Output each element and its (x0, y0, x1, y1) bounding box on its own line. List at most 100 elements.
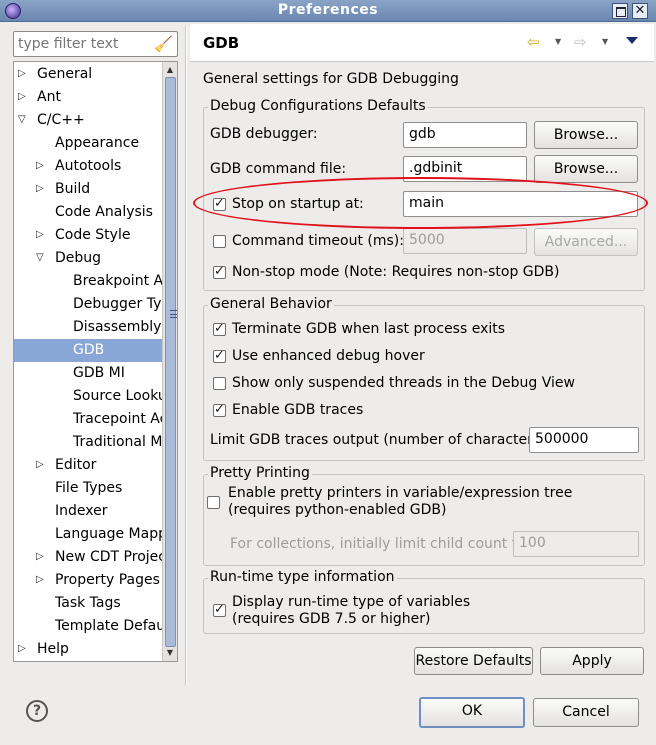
ok-button[interactable]: OK (419, 697, 525, 728)
collapse-arrow-icon[interactable]: ▽ (18, 114, 28, 126)
page-description: General settings for GDB Debugging (203, 71, 459, 87)
preference-tree-panel: ▷ General ▷ Ant ▽ C/C++ Appearance ▷ Autotools ▷ B… (13, 61, 178, 662)
browse-gdb-debugger-button[interactable]: Browse... (534, 121, 638, 149)
tree-item-property-pages-s[interactable]: ▷ Property Pages S (14, 569, 162, 592)
tree-item-general[interactable]: ▷ General (14, 63, 162, 86)
tree-item-template-defaul[interactable]: Template Defaul (14, 615, 162, 638)
child-count-input[interactable]: 100 (513, 531, 639, 557)
tree-item-help[interactable]: ▷ Help (14, 638, 162, 661)
expand-arrow-icon[interactable]: ▷ (36, 459, 46, 471)
non-stop-checkbox[interactable] (213, 264, 226, 280)
enhanced-hover-label: Use enhanced debug hover (232, 348, 425, 364)
tree-item-label: Disassembly (73, 319, 162, 335)
stop-on-startup-label: Stop on startup at: (232, 196, 364, 212)
runtime-type-label-line2: (requires GDB 7.5 or higher) (232, 611, 431, 627)
command-timeout-input[interactable]: 5000 (403, 228, 527, 254)
terminate-gdb-checkbox[interactable] (213, 321, 226, 337)
back-arrow-icon[interactable]: ⇦ (527, 33, 540, 51)
tree-item-c-c[interactable]: ▽ C/C++ (14, 109, 162, 132)
expand-arrow-icon[interactable]: ▷ (18, 643, 28, 655)
runtime-type-group-label: Run-time type information (208, 569, 397, 585)
tree-item-language-mappi[interactable]: Language Mappi (14, 523, 162, 546)
tree-item-build[interactable]: ▷ Build (14, 178, 162, 201)
forward-arrow-icon[interactable]: ⇨ (574, 33, 587, 51)
scroll-up-arrow-icon[interactable]: ▲ (164, 64, 176, 76)
tree-item-ant[interactable]: ▷ Ant (14, 86, 162, 109)
gdb-command-file-input[interactable]: .gdbinit (403, 156, 527, 182)
gdb-command-file-label: GDB command file: (210, 161, 347, 177)
pretty-printers-label-line1: Enable pretty printers in variable/expre… (228, 485, 573, 501)
tree-item-gdb-mi[interactable]: GDB MI (14, 362, 162, 385)
gdb-debugger-label: GDB debugger: (210, 126, 318, 142)
expand-arrow-icon[interactable]: ▷ (36, 160, 46, 172)
tree-item-breakpoint-ac[interactable]: Breakpoint Ac (14, 270, 162, 293)
view-menu-icon[interactable] (626, 37, 638, 44)
tree-vertical-scrollbar[interactable]: ▲ ▼ (162, 62, 177, 661)
command-timeout-label: Command timeout (ms): (232, 233, 404, 249)
tree-item-source-looku[interactable]: Source Looku (14, 385, 162, 408)
tree-item-traditional-me[interactable]: Traditional Me (14, 431, 162, 454)
traces-limit-input[interactable]: 500000 (529, 427, 639, 453)
filter-input[interactable] (18, 35, 150, 53)
pretty-printers-label-line2: (requires python-enabled GDB) (228, 502, 447, 518)
restore-defaults-button[interactable]: Restore Defaults (414, 647, 533, 675)
browse-gdb-command-file-button[interactable]: Browse... (534, 155, 638, 183)
gdb-traces-checkbox[interactable] (213, 402, 226, 418)
command-timeout-checkbox[interactable] (213, 235, 226, 248)
runtime-type-label-line1: Display run-time type of variables (232, 594, 471, 610)
tree-item-label: GDB (73, 342, 105, 358)
page-title: GDB (203, 34, 240, 52)
collapse-arrow-icon[interactable]: ▽ (36, 252, 46, 264)
tree-item-appearance[interactable]: Appearance (14, 132, 162, 155)
apply-button[interactable]: Apply (540, 647, 644, 675)
expand-arrow-icon[interactable]: ▷ (36, 574, 46, 586)
tree-item-label: Indexer (55, 503, 108, 519)
tree-item-label: Appearance (55, 135, 140, 151)
expand-arrow-icon[interactable]: ▷ (18, 68, 28, 80)
tree-item-gdb[interactable]: GDB (14, 339, 162, 362)
tree-item-code-style[interactable]: ▷ Code Style (14, 224, 162, 247)
clear-filter-icon[interactable]: 🧹 (154, 35, 173, 53)
expand-arrow-icon[interactable]: ▷ (36, 551, 46, 563)
tree-item-label: Help (37, 641, 69, 657)
suspended-threads-checkbox[interactable] (213, 377, 226, 390)
tree-item-label: Language Mappi (55, 526, 162, 542)
pane-splitter[interactable] (185, 25, 187, 685)
scrollbar-thumb[interactable] (165, 77, 177, 647)
back-dropdown-icon[interactable]: ▼ (555, 37, 561, 46)
page-header: GDB ⇦ ▼ ⇨ ▼ (190, 24, 654, 62)
title-bar[interactable]: Preferences ✕ (0, 0, 656, 22)
tree-item-label: Traditional Me (73, 434, 162, 450)
expand-arrow-icon[interactable]: ▷ (36, 183, 46, 195)
tree-item-autotools[interactable]: ▷ Autotools (14, 155, 162, 178)
tree-item-task-tags[interactable]: Task Tags (14, 592, 162, 615)
tree-item-disassembly[interactable]: Disassembly (14, 316, 162, 339)
advanced-button[interactable]: Advanced... (534, 228, 638, 256)
expand-arrow-icon[interactable]: ▷ (18, 91, 28, 103)
pretty-printers-checkbox[interactable] (207, 496, 220, 509)
tree-item-debug[interactable]: ▽ Debug (14, 247, 162, 270)
tree-item-tracepoint-ac[interactable]: Tracepoint Ac (14, 408, 162, 431)
expand-arrow-icon[interactable]: ▷ (36, 229, 46, 241)
tree-item-new-cdt-project[interactable]: ▷ New CDT Project (14, 546, 162, 569)
tree-item-label: Breakpoint Ac (73, 273, 162, 289)
close-window-button[interactable]: ✕ (632, 3, 648, 19)
stop-on-startup-checkbox[interactable] (213, 196, 226, 212)
gdb-debugger-input[interactable]: gdb (403, 122, 527, 148)
cancel-button[interactable]: Cancel (533, 698, 639, 727)
forward-dropdown-icon[interactable]: ▼ (602, 37, 608, 46)
maximize-button[interactable] (612, 3, 628, 19)
help-icon[interactable]: ? (26, 700, 48, 722)
tree-item-indexer[interactable]: Indexer (14, 500, 162, 523)
scroll-down-arrow-icon[interactable]: ▼ (164, 647, 176, 659)
runtime-type-checkbox[interactable] (213, 602, 226, 618)
traces-limit-label: Limit GDB traces output (number of chara… (210, 432, 551, 448)
gdb-traces-label: Enable GDB traces (232, 402, 364, 418)
enhanced-hover-checkbox[interactable] (213, 348, 226, 364)
tree-item-code-analysis[interactable]: Code Analysis (14, 201, 162, 224)
tree-item-file-types[interactable]: File Types (14, 477, 162, 500)
tree-item-editor[interactable]: ▷ Editor (14, 454, 162, 477)
stop-on-startup-input[interactable]: main (403, 191, 638, 217)
tree-item-debugger-typ[interactable]: Debugger Typ (14, 293, 162, 316)
tree-item-label: Debugger Typ (73, 296, 162, 312)
